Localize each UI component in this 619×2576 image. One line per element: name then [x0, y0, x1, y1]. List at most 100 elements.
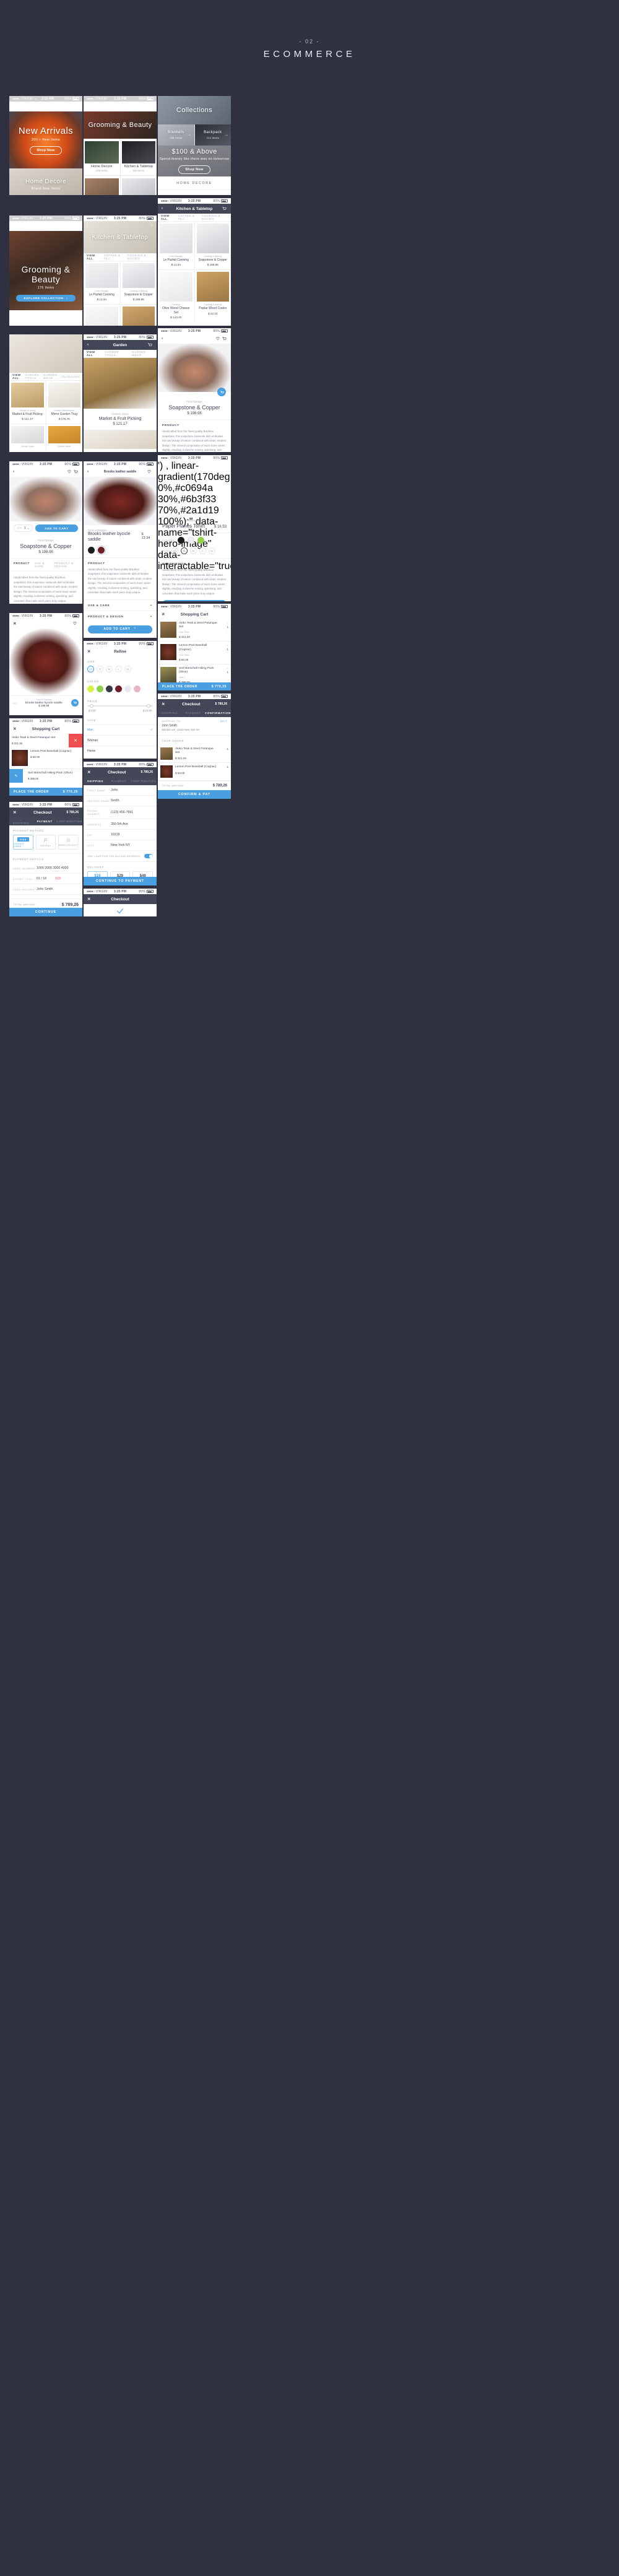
tab-garden-wear[interactable]: GARDEN WEAR	[43, 373, 57, 380]
billing-toggle[interactable]	[144, 854, 153, 858]
add-to-cart-button[interactable]: ADD TO CART	[35, 524, 78, 532]
payment-method-credit-card[interactable]: VISA CREDIT CARD	[13, 835, 33, 850]
product-card[interactable]: Cooking & Baking Soapstone & Copper $ 19…	[120, 261, 157, 305]
edit-item-button[interactable]: ✎	[9, 769, 23, 783]
cart-icon[interactable]	[222, 206, 227, 212]
section-product[interactable]: PRODUCT	[14, 562, 30, 568]
place-order-button[interactable]: PLACE THE ORDER $ 770,26	[158, 682, 231, 690]
size-option-m[interactable]: M	[106, 666, 113, 672]
cart-item-row[interactable]: Lemon Peel Baseball (Cognac) One Size $ …	[158, 642, 231, 664]
field-address[interactable]: ADDRESS 350 5th Ave	[84, 819, 157, 830]
color-swatch-green[interactable]	[97, 685, 103, 692]
product-card[interactable]: Cooking & Baking Soapstone & Copper $ 19…	[194, 222, 231, 270]
tab-cooking-baking[interactable]: COOKING & BAKING	[202, 214, 228, 220]
tab-shipping[interactable]: SHIPPING	[84, 780, 107, 783]
minus-icon[interactable]: −	[221, 651, 228, 655]
featured-product-image[interactable]	[84, 358, 157, 409]
field-phone-number[interactable]: PHONE NUMBER (123) 456-7891	[84, 806, 157, 819]
add-to-cart-button[interactable]: ADD TO CART	[162, 600, 227, 601]
tab-confirmation[interactable]: CONFIRMATION	[56, 820, 82, 823]
tab-view-all[interactable]: VIEW ALL	[12, 373, 21, 380]
tab-view-all[interactable]: VIEW ALL	[87, 254, 100, 260]
place-order-button[interactable]: PLACE THE ORDER $ 770,26	[9, 788, 82, 796]
field-card-number[interactable]: CARD NUMBER 1000 2000 3000 4000	[9, 863, 82, 874]
confirm-and-pay-button[interactable]: CONFIRM & PAY	[158, 790, 231, 799]
cart-item-row-swiped[interactable]: Akiko Teak & Steel Petanque Set $ 321.26…	[9, 734, 82, 748]
tab-outdoors[interactable]: OUTDOORS	[61, 375, 80, 378]
field-city[interactable]: CITY New York NY	[84, 840, 157, 851]
chevron-left-icon[interactable]: ‹	[162, 336, 167, 342]
field-zip[interactable]: ZIP 10118	[84, 830, 157, 840]
category-tile[interactable]: Kitchen & Tabletop 528 Items	[120, 139, 157, 175]
cart-icon[interactable]	[73, 469, 79, 475]
slider-handle-min[interactable]	[90, 704, 93, 708]
pdp-hero-image[interactable]	[84, 477, 157, 525]
type-option-woman[interactable]: Woman	[84, 734, 157, 746]
cart-fab-button[interactable]	[71, 699, 79, 707]
price-slider[interactable]	[84, 704, 157, 709]
hero-shop-now-button[interactable]: Shop Now	[30, 146, 62, 155]
continue-button[interactable]: CONTINUE	[9, 908, 82, 916]
promo-shop-now-button[interactable]: Shop Now	[178, 165, 210, 174]
hamburger-icon[interactable]	[13, 224, 19, 229]
pdp-hero-image[interactable]	[9, 477, 82, 521]
home-panel-home-decore[interactable]: Home Decore Brand New Items	[9, 168, 82, 195]
tab-view-all[interactable]: VIEW ALL	[161, 214, 174, 220]
heart-icon[interactable]: ♡	[73, 621, 79, 627]
cart-item-row[interactable]: Lemon Peel Baseball (Cognac) $ 50.00	[9, 747, 82, 770]
product-card[interactable]: Food Storage Le Parfait Canning $ 13.34	[158, 222, 194, 270]
collection-tile-backpack[interactable]: Backpack 214 Items →	[194, 124, 231, 146]
size-option-xl[interactable]: XL	[208, 547, 215, 554]
cart-item-row-swiped-edit[interactable]: ✎ Seil Marschall Hiking Pack (Olive) $ 3…	[9, 769, 82, 783]
cart-icon[interactable]	[147, 342, 153, 348]
size-option-xs[interactable]: XS	[87, 666, 94, 672]
product-card[interactable]: Garden Tools	[9, 424, 46, 451]
field-second-name[interactable]: SECOND NAME Smith	[84, 796, 157, 806]
close-icon[interactable]: ✕	[162, 612, 167, 617]
color-swatch-pink[interactable]	[134, 685, 141, 692]
quantity-stepper[interactable]: QTY 1 ▾	[14, 524, 33, 532]
product-card[interactable]: Food Storage Le Parfait Canning $ 13.34	[84, 261, 120, 305]
product-card[interactable]: Cooking & Baking Poplar Wood Crates $ 22…	[194, 270, 231, 322]
collection-tile-blankets[interactable]: Blankets 156 Items →	[158, 124, 194, 146]
product-card[interactable]: Garden Maintenance Mirror Garden Trug $ …	[46, 381, 82, 424]
tab-coffee-tea[interactable]: COFFEE & TEA	[104, 254, 123, 260]
add-to-cart-button[interactable]: ADD TO CART ⌃	[88, 625, 152, 633]
size-option-m[interactable]: M	[189, 547, 197, 554]
tab-view-all[interactable]: VIEW ALL	[87, 350, 100, 357]
color-swatch-white[interactable]	[124, 685, 131, 692]
cart-icon[interactable]	[222, 336, 227, 342]
category-tile[interactable]: Home Decore 236 Items	[84, 139, 120, 175]
grooming-hero[interactable]: Grooming & Beauty 176 Items EXPLORE COLL…	[9, 231, 82, 310]
menu-item-kitchen-tabletop[interactable]: KITCHEN & TABLETOP	[158, 190, 231, 196]
cart-icon[interactable]: ⌃	[150, 224, 154, 228]
explore-collection-button[interactable]: EXPLORE COLLECTION ›	[16, 295, 76, 302]
heart-icon[interactable]: ♡	[216, 336, 222, 342]
tab-cooking-baking[interactable]: COOKING & BAKING	[128, 254, 154, 260]
close-icon[interactable]: ✕	[13, 726, 19, 732]
chevron-left-icon[interactable]: ‹	[87, 224, 88, 228]
pdp-hero-image[interactable]	[9, 629, 82, 695]
featured-secondary-image[interactable]	[84, 430, 157, 449]
type-option-home[interactable]: Home	[84, 745, 157, 756]
product-card[interactable]: Cooking & Baking Poplar Wood Crates $ 22…	[120, 305, 157, 326]
tab-garden-tools[interactable]: GARDEN TOOLS	[25, 373, 39, 380]
tab-garden-tools[interactable]: GARDEN TOOLS	[105, 350, 128, 357]
close-icon[interactable]: ✕	[162, 702, 167, 707]
size-option-s[interactable]: S	[97, 666, 103, 672]
color-swatch-maroon[interactable]	[115, 685, 122, 692]
section-product-header[interactable]: PRODUCT	[158, 419, 231, 429]
color-swatch-white[interactable]	[187, 537, 194, 544]
product-card[interactable]: Serving Olive Wood Cheese Set $ 143.40	[158, 270, 194, 322]
close-icon[interactable]: ✕	[87, 770, 93, 775]
tab-garden-wear[interactable]: GARDEN WEAR	[132, 350, 154, 357]
tab-shipping[interactable]: ✓ SHIPPING	[9, 819, 33, 825]
delete-item-button[interactable]: ✕	[69, 734, 82, 748]
tab-payment[interactable]: PAYMENT	[181, 711, 205, 715]
payment-method-paypal[interactable]: P PAYPAL	[35, 835, 56, 850]
continue-to-payment-button[interactable]: CONTINUE TO PAYMENT	[84, 877, 157, 886]
size-option-l[interactable]: L	[115, 666, 122, 672]
close-icon[interactable]: ✕	[87, 897, 93, 902]
type-option-man[interactable]: Man ✓	[84, 724, 157, 735]
section-product-design[interactable]: PRODUCT & DESIGN	[54, 562, 78, 568]
